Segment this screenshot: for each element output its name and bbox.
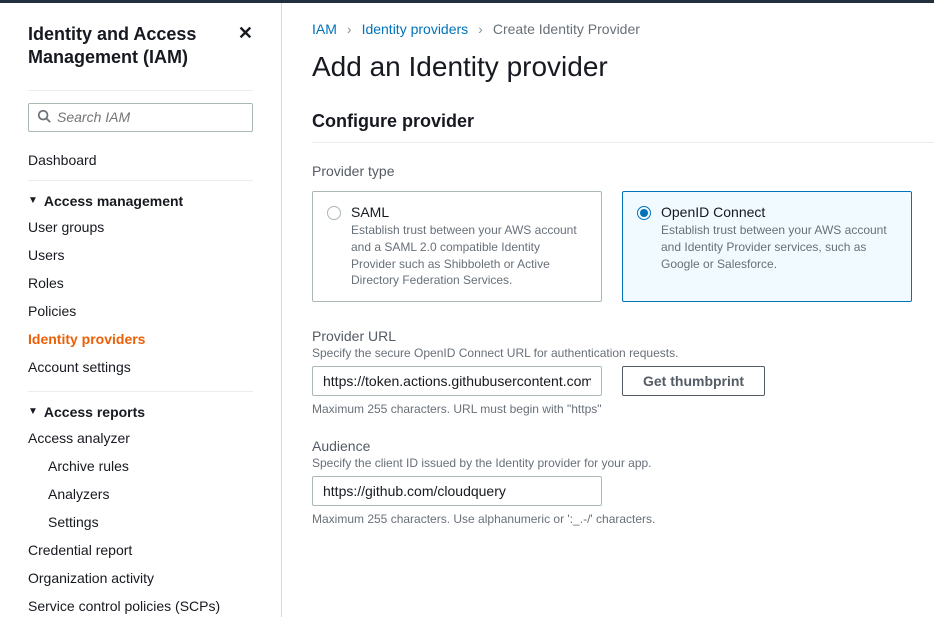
sidebar: Identity and Access Management (IAM) ✕ D… [0,3,282,617]
audience-sub: Specify the client ID issued by the Iden… [312,456,934,470]
radio-saml-desc: Establish trust between your AWS account… [351,222,587,289]
radio-saml-title: SAML [351,204,587,220]
chevron-right-icon: › [347,21,352,37]
audience-input[interactable] [312,476,602,506]
sidebar-item-credential-report[interactable]: Credential report [0,536,281,564]
sidebar-item-dashboard[interactable]: Dashboard [0,144,281,180]
breadcrumb-iam[interactable]: IAM [312,21,337,37]
sidebar-title: Identity and Access Management (IAM) [28,23,238,70]
provider-url-sub: Specify the secure OpenID Connect URL fo… [312,346,934,360]
section-label: Access reports [44,404,145,420]
sidebar-item-settings[interactable]: Settings [0,508,281,536]
section-title: Configure provider [312,111,934,143]
search-input[interactable] [57,109,244,125]
main-content: IAM › Identity providers › Create Identi… [282,3,934,617]
breadcrumb-current: Create Identity Provider [493,21,640,37]
sidebar-item-scps[interactable]: Service control policies (SCPs) [0,592,281,620]
sidebar-item-identity-providers[interactable]: Identity providers [0,325,281,353]
radio-icon [637,206,651,220]
provider-url-input[interactable] [312,366,602,396]
provider-url-hint: Maximum 255 characters. URL must begin w… [312,402,934,416]
breadcrumb: IAM › Identity providers › Create Identi… [312,21,934,37]
sidebar-item-roles[interactable]: Roles [0,269,281,297]
caret-down-icon: ▼ [28,195,38,206]
search-input-wrap[interactable] [28,103,253,132]
sidebar-item-user-groups[interactable]: User groups [0,213,281,241]
audience-label: Audience [312,438,934,454]
caret-down-icon: ▼ [28,406,38,417]
radio-oidc-desc: Establish trust between your AWS account… [661,222,897,272]
radio-oidc[interactable]: OpenID Connect Establish trust between y… [622,191,912,302]
get-thumbprint-button[interactable]: Get thumbprint [622,366,765,396]
sidebar-section-access-reports[interactable]: ▼ Access reports [0,392,281,424]
sidebar-item-account-settings[interactable]: Account settings [0,353,281,381]
radio-oidc-title: OpenID Connect [661,204,897,220]
radio-saml[interactable]: SAML Establish trust between your AWS ac… [312,191,602,302]
chevron-right-icon: › [478,21,483,37]
sidebar-item-archive-rules[interactable]: Archive rules [0,452,281,480]
provider-type-radio-group: SAML Establish trust between your AWS ac… [312,191,934,302]
sidebar-section-access-management[interactable]: ▼ Access management [0,181,281,213]
page-title: Add an Identity provider [312,51,934,83]
provider-type-label: Provider type [312,163,934,179]
radio-icon [327,206,341,220]
sidebar-item-analyzers[interactable]: Analyzers [0,480,281,508]
close-icon[interactable]: ✕ [238,23,253,44]
sidebar-item-policies[interactable]: Policies [0,297,281,325]
search-icon [37,109,51,126]
section-label: Access management [44,193,183,209]
sidebar-item-access-analyzer[interactable]: Access analyzer [0,424,281,452]
sidebar-item-users[interactable]: Users [0,241,281,269]
breadcrumb-identity-providers[interactable]: Identity providers [362,21,469,37]
audience-group: Audience Specify the client ID issued by… [312,438,934,526]
provider-url-group: Provider URL Specify the secure OpenID C… [312,328,934,416]
provider-url-label: Provider URL [312,328,934,344]
audience-hint: Maximum 255 characters. Use alphanumeric… [312,512,934,526]
sidebar-item-organization-activity[interactable]: Organization activity [0,564,281,592]
